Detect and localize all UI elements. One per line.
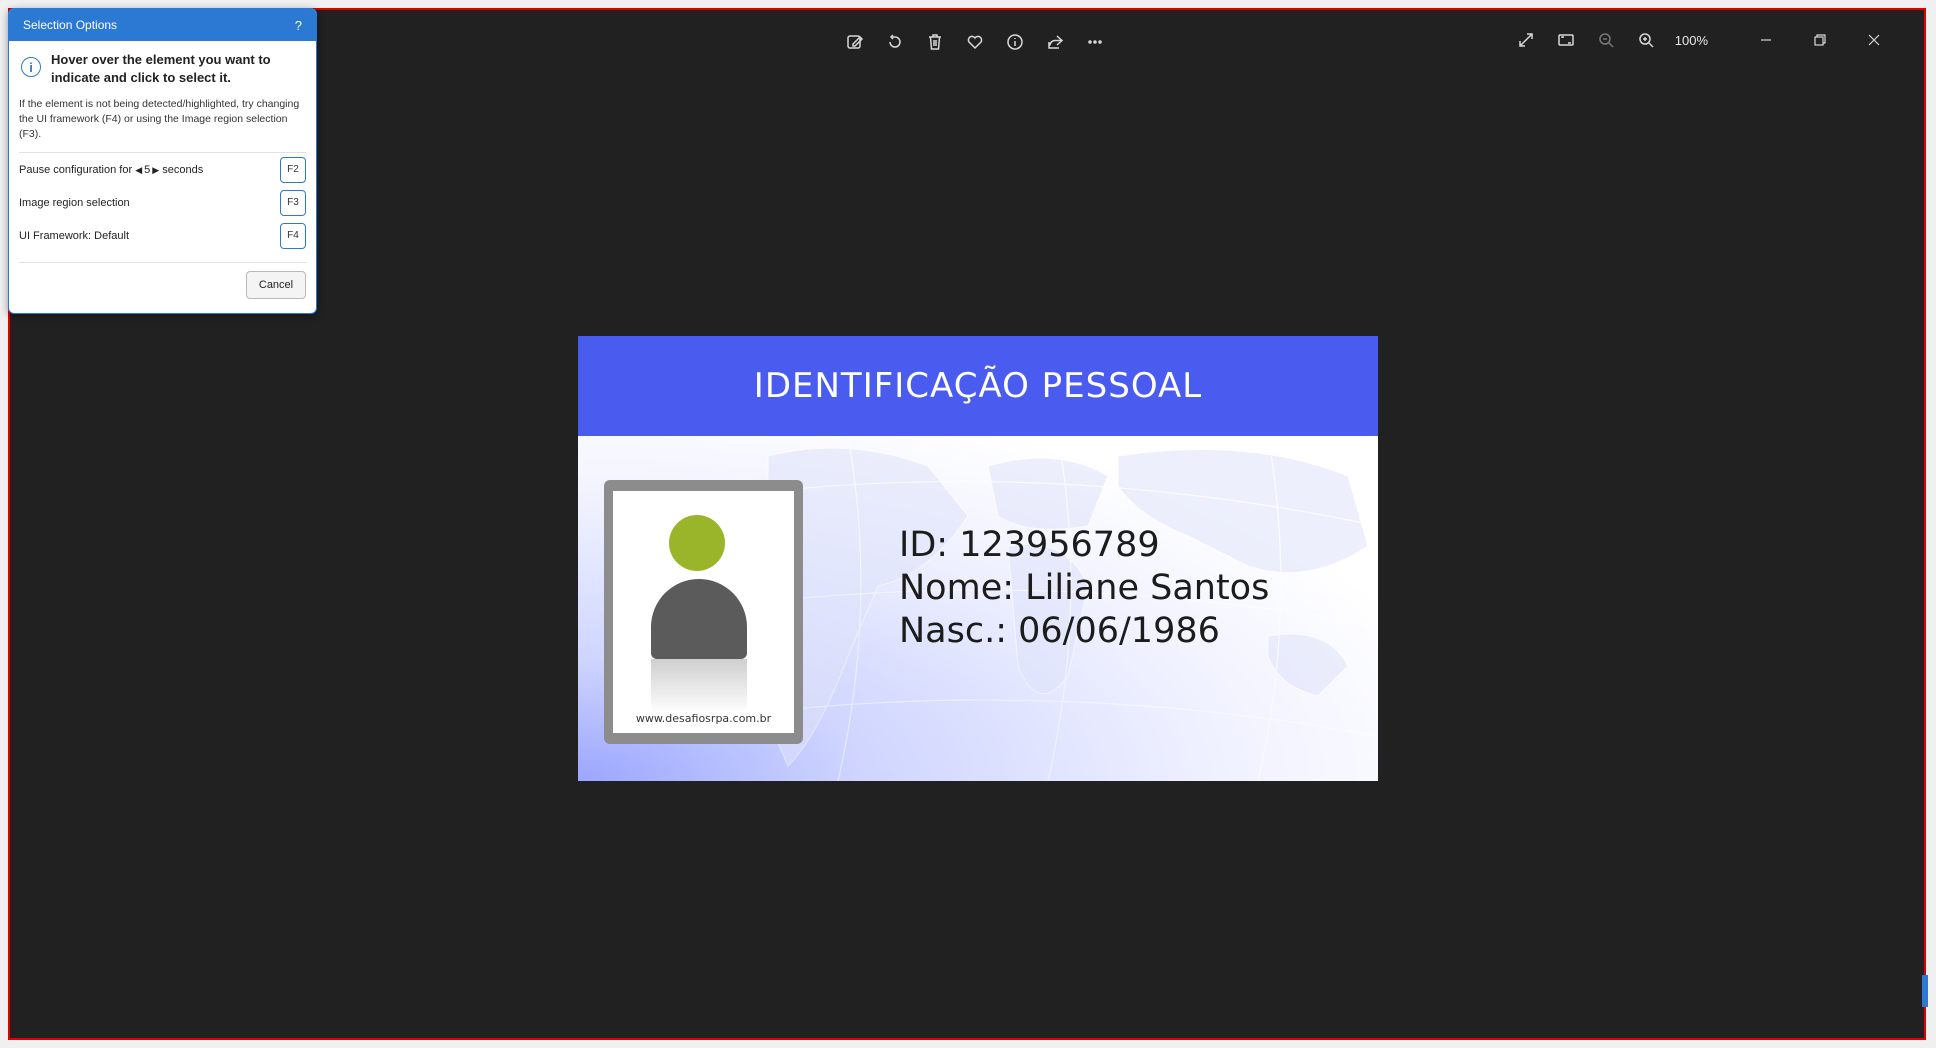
cancel-button[interactable]: Cancel (246, 271, 306, 299)
viewer-controls: 100% (1511, 30, 1896, 50)
ui-framework-row: UI Framework: Default F4 (9, 219, 316, 252)
photo-url-caption: www.desafiosrpa.com.br (635, 712, 772, 725)
increase-seconds-button[interactable]: ▶ (152, 165, 159, 175)
card-info: ID: 123956789 Nome: Liliane Santos Nasc.… (899, 524, 1269, 653)
rotate-icon[interactable] (880, 32, 910, 52)
info-circle-icon: i (21, 57, 41, 77)
dialog-info: i Hover over the element you want to ind… (9, 41, 316, 87)
zoom-out-icon[interactable] (1591, 30, 1621, 50)
delete-icon[interactable] (920, 32, 950, 52)
dialog-footer: Cancel (9, 263, 316, 299)
card-birthdate: Nasc.: 06/06/1986 (899, 611, 1220, 651)
favorite-icon[interactable] (960, 32, 990, 52)
pause-option-row: Pause configuration for ◀ 5 ▶ seconds F2 (9, 153, 316, 186)
decrease-seconds-button[interactable]: ◀ (135, 165, 142, 175)
card-id: ID: 123956789 (899, 525, 1160, 565)
selection-options-dialog: Selection Options ? i Hover over the ele… (8, 8, 317, 314)
avatar-head (669, 515, 725, 571)
viewer-toolbar (840, 32, 1110, 52)
more-icon[interactable] (1080, 32, 1110, 52)
zoom-level[interactable]: 100% (1675, 33, 1708, 48)
help-icon[interactable]: ? (295, 18, 302, 33)
minimize-button[interactable] (1744, 30, 1788, 50)
card-body: www.desafiosrpa.com.br ID: 123956789 Nom… (578, 436, 1378, 781)
avatar-reflection (651, 659, 747, 714)
image-region-label: Image region selection (19, 196, 130, 209)
ui-framework-shortcut-button[interactable]: F4 (280, 222, 306, 249)
expand-icon[interactable] (1511, 30, 1541, 50)
card-title: IDENTIFICAÇÃO PESSOAL (578, 336, 1378, 436)
dialog-headline: Hover over the element you want to indic… (51, 52, 271, 85)
image-region-shortcut-button[interactable]: F3 (280, 189, 306, 216)
pause-shortcut-button[interactable]: F2 (280, 156, 306, 183)
dialog-hint: If the element is not being detected/hig… (19, 98, 300, 140)
ui-framework-label: UI Framework: Default (19, 229, 130, 242)
photo-frame: www.desafiosrpa.com.br (604, 480, 803, 744)
fit-icon[interactable] (1551, 30, 1581, 50)
dialog-titlebar: Selection Options ? (9, 9, 316, 41)
avatar-body (651, 579, 747, 659)
avatar-photo: www.desafiosrpa.com.br (613, 491, 794, 733)
restore-button[interactable] (1798, 30, 1842, 50)
info-icon[interactable] (1000, 32, 1030, 52)
edit-icon[interactable] (840, 32, 870, 52)
id-card-image: IDENTIFICAÇÃO PESSOAL www.desafiosrpa.co… (578, 336, 1378, 781)
card-name: Nome: Liliane Santos (899, 568, 1270, 608)
close-button[interactable] (1852, 30, 1896, 50)
pause-label: Pause configuration for (19, 163, 133, 176)
pause-seconds-value: 5 (144, 163, 151, 176)
image-region-row: Image region selection F3 (9, 186, 316, 219)
taskbar-edge (1922, 975, 1928, 1007)
pause-unit: seconds (162, 163, 204, 176)
zoom-in-icon[interactable] (1631, 30, 1661, 50)
share-icon[interactable] (1040, 32, 1070, 52)
dialog-title: Selection Options (23, 18, 118, 32)
